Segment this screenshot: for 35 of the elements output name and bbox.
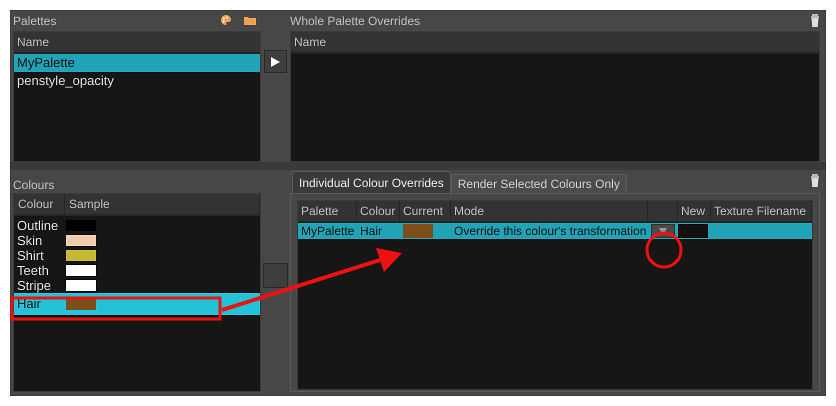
column-header[interactable]: Name: [14, 32, 260, 54]
tab[interactable]: Render Selected Colours Only: [450, 174, 627, 193]
column-header[interactable]: Mode: [451, 201, 648, 221]
play-icon: [271, 56, 280, 66]
colour-list-row[interactable]: Teeth: [14, 263, 260, 278]
panel-title: Colours: [13, 179, 54, 191]
colour-list-row[interactable]: Outline: [14, 218, 260, 233]
colour-list-row[interactable]: Shirt: [14, 248, 260, 263]
folder-icon[interactable]: [244, 16, 256, 25]
column-header[interactable]: New: [678, 201, 711, 221]
palette-icon[interactable]: [220, 14, 232, 26]
colour-list-row[interactable]: Stripe: [14, 278, 260, 293]
table-row[interactable]: MyPalette Hair Override this colour's transformation: [298, 223, 812, 239]
column-header[interactable]: Sample: [65, 194, 260, 214]
add-palette-button[interactable]: [264, 50, 287, 73]
panel-title: Palettes: [13, 14, 56, 26]
table-cell-text: Override this colour's transformation: [453, 223, 648, 240]
triangle-icon: [659, 228, 667, 234]
column-header[interactable]: Name: [291, 32, 819, 54]
tab[interactable]: Individual Colour Overrides: [292, 171, 451, 193]
table-cell-text: Hair: [359, 223, 384, 240]
column-header[interactable]: Texture Filename: [711, 201, 812, 221]
column-header[interactable]: Palette: [298, 201, 357, 221]
highlight-circle: [646, 232, 682, 268]
column-header[interactable]: Colour: [14, 194, 65, 214]
column-header[interactable]: Current: [400, 201, 451, 221]
palette-list-item[interactable]: penstyle_opacity: [14, 72, 260, 90]
panel-title: Whole Palette Overrides: [290, 14, 420, 26]
palette-list-item[interactable]: MyPalette: [14, 54, 260, 72]
colour-name: Hair: [16, 295, 42, 314]
trash-icon[interactable]: [810, 174, 820, 187]
trash-icon[interactable]: [810, 14, 820, 27]
colour-list-row[interactable]: Skin: [14, 233, 260, 248]
table-cell-text: MyPalette: [300, 223, 356, 240]
column-header[interactable]: Colour: [357, 201, 400, 221]
